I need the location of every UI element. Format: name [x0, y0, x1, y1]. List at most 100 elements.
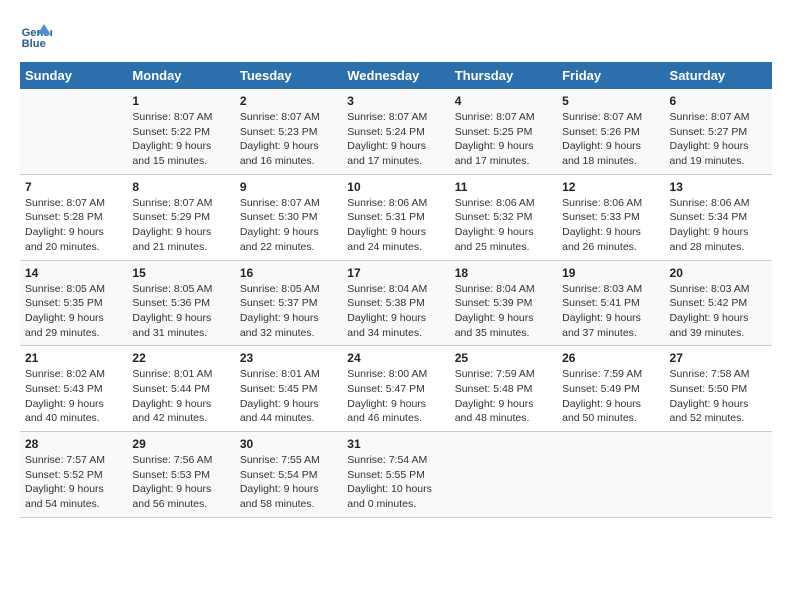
day-number: 25: [455, 351, 552, 365]
day-info: Sunrise: 8:00 AM Sunset: 5:47 PM Dayligh…: [347, 367, 444, 426]
calendar-cell: 13Sunrise: 8:06 AM Sunset: 5:34 PM Dayli…: [665, 174, 772, 260]
day-number: 3: [347, 94, 444, 108]
day-number: 22: [132, 351, 229, 365]
day-number: 6: [670, 94, 767, 108]
day-info: Sunrise: 8:07 AM Sunset: 5:27 PM Dayligh…: [670, 110, 767, 169]
day-number: 17: [347, 266, 444, 280]
day-number: 27: [670, 351, 767, 365]
day-info: Sunrise: 8:01 AM Sunset: 5:45 PM Dayligh…: [240, 367, 337, 426]
day-info: Sunrise: 8:06 AM Sunset: 5:33 PM Dayligh…: [562, 196, 659, 255]
logo: General Blue: [20, 20, 56, 52]
calendar-cell: 1 Sunrise: 8:07 AM Sunset: 5:22 PM Daylig…: [127, 89, 234, 174]
day-of-week-header: Friday: [557, 62, 664, 89]
calendar-cell: 29 Sunrise: 7:56 AM Sunset: 5:53 PM Dayli…: [127, 432, 234, 518]
calendar-cell: 4 Sunrise: 8:07 AM Sunset: 5:25 PM Daylig…: [450, 89, 557, 174]
day-info: Sunrise: 8:07 AM Sunset: 5:24 PM Dayligh…: [347, 110, 444, 169]
calendar-cell: 27 Sunrise: 7:58 AM Sunset: 5:50 PM Dayli…: [665, 346, 772, 432]
logo-icon: General Blue: [20, 20, 52, 52]
day-number: 14: [25, 266, 122, 280]
day-of-week-header: Tuesday: [235, 62, 342, 89]
calendar-cell: [20, 89, 127, 174]
calendar-cell: 14 Sunrise: 8:05 AM Sunset: 5:35 PM Dayli…: [20, 260, 127, 346]
calendar-cell: 19 Sunrise: 8:03 AM Sunset: 5:41 PM Dayli…: [557, 260, 664, 346]
day-of-week-header: Thursday: [450, 62, 557, 89]
day-of-week-header: Wednesday: [342, 62, 449, 89]
day-number: 7: [25, 180, 122, 194]
calendar-cell: 7 Sunrise: 8:07 AM Sunset: 5:28 PM Daylig…: [20, 174, 127, 260]
calendar-cell: [450, 432, 557, 518]
day-number: 16: [240, 266, 337, 280]
svg-text:Blue: Blue: [22, 38, 46, 50]
day-number: 23: [240, 351, 337, 365]
day-info: Sunrise: 8:07 AM Sunset: 5:22 PM Dayligh…: [132, 110, 229, 169]
day-number: 8: [132, 180, 229, 194]
day-of-week-header: Sunday: [20, 62, 127, 89]
calendar-cell: 20Sunrise: 8:03 AM Sunset: 5:42 PM Dayli…: [665, 260, 772, 346]
day-number: 24: [347, 351, 444, 365]
day-info: Sunrise: 7:59 AM Sunset: 5:49 PM Dayligh…: [562, 367, 659, 426]
calendar-cell: 6 Sunrise: 8:07 AM Sunset: 5:27 PM Daylig…: [665, 89, 772, 174]
calendar-cell: 12 Sunrise: 8:06 AM Sunset: 5:33 PM Dayli…: [557, 174, 664, 260]
calendar-cell: 5 Sunrise: 8:07 AM Sunset: 5:26 PM Daylig…: [557, 89, 664, 174]
day-number: 15: [132, 266, 229, 280]
day-number: 1: [132, 94, 229, 108]
day-info: Sunrise: 7:57 AM Sunset: 5:52 PM Dayligh…: [25, 453, 122, 512]
calendar-cell: 18 Sunrise: 8:04 AM Sunset: 5:39 PM Dayli…: [450, 260, 557, 346]
day-info: Sunrise: 8:06 AM Sunset: 5:31 PM Dayligh…: [347, 196, 444, 255]
calendar-cell: 2 Sunrise: 8:07 AM Sunset: 5:23 PM Daylig…: [235, 89, 342, 174]
day-info: Sunrise: 8:05 AM Sunset: 5:36 PM Dayligh…: [132, 282, 229, 341]
day-number: 19: [562, 266, 659, 280]
day-number: 5: [562, 94, 659, 108]
day-number: 21: [25, 351, 122, 365]
calendar-cell: 25 Sunrise: 7:59 AM Sunset: 5:48 PM Dayli…: [450, 346, 557, 432]
calendar-week-row: 28 Sunrise: 7:57 AM Sunset: 5:52 PM Dayli…: [20, 432, 772, 518]
day-number: 4: [455, 94, 552, 108]
calendar-cell: 16 Sunrise: 8:05 AM Sunset: 5:37 PM Dayli…: [235, 260, 342, 346]
day-info: Sunrise: 8:03 AM Sunset: 5:41 PM Dayligh…: [562, 282, 659, 341]
day-info: Sunrise: 8:05 AM Sunset: 5:37 PM Dayligh…: [240, 282, 337, 341]
page-header: General Blue: [20, 20, 772, 52]
day-number: 18: [455, 266, 552, 280]
day-info: Sunrise: 7:58 AM Sunset: 5:50 PM Dayligh…: [670, 367, 767, 426]
calendar-week-row: 21 Sunrise: 8:02 AM Sunset: 5:43 PM Dayli…: [20, 346, 772, 432]
calendar-cell: 30 Sunrise: 7:55 AM Sunset: 5:54 PM Dayli…: [235, 432, 342, 518]
calendar-cell: 24 Sunrise: 8:00 AM Sunset: 5:47 PM Dayli…: [342, 346, 449, 432]
day-number: 2: [240, 94, 337, 108]
day-number: 9: [240, 180, 337, 194]
day-info: Sunrise: 8:07 AM Sunset: 5:26 PM Dayligh…: [562, 110, 659, 169]
day-info: Sunrise: 8:02 AM Sunset: 5:43 PM Dayligh…: [25, 367, 122, 426]
calendar-table: SundayMondayTuesdayWednesdayThursdayFrid…: [20, 62, 772, 518]
day-number: 10: [347, 180, 444, 194]
calendar-cell: 28 Sunrise: 7:57 AM Sunset: 5:52 PM Dayli…: [20, 432, 127, 518]
day-info: Sunrise: 8:04 AM Sunset: 5:39 PM Dayligh…: [455, 282, 552, 341]
day-info: Sunrise: 8:07 AM Sunset: 5:28 PM Dayligh…: [25, 196, 122, 255]
day-info: Sunrise: 7:54 AM Sunset: 5:55 PM Dayligh…: [347, 453, 444, 512]
day-info: Sunrise: 8:05 AM Sunset: 5:35 PM Dayligh…: [25, 282, 122, 341]
calendar-cell: 10 Sunrise: 8:06 AM Sunset: 5:31 PM Dayli…: [342, 174, 449, 260]
day-number: 28: [25, 437, 122, 451]
day-info: Sunrise: 8:07 AM Sunset: 5:25 PM Dayligh…: [455, 110, 552, 169]
day-info: Sunrise: 7:55 AM Sunset: 5:54 PM Dayligh…: [240, 453, 337, 512]
day-info: Sunrise: 8:04 AM Sunset: 5:38 PM Dayligh…: [347, 282, 444, 341]
calendar-cell: 23 Sunrise: 8:01 AM Sunset: 5:45 PM Dayli…: [235, 346, 342, 432]
calendar-week-row: 14 Sunrise: 8:05 AM Sunset: 5:35 PM Dayli…: [20, 260, 772, 346]
calendar-cell: 15 Sunrise: 8:05 AM Sunset: 5:36 PM Dayli…: [127, 260, 234, 346]
calendar-cell: 11Sunrise: 8:06 AM Sunset: 5:32 PM Dayli…: [450, 174, 557, 260]
day-number: 13: [670, 180, 767, 194]
calendar-cell: [665, 432, 772, 518]
calendar-cell: 21 Sunrise: 8:02 AM Sunset: 5:43 PM Dayli…: [20, 346, 127, 432]
day-info: Sunrise: 7:56 AM Sunset: 5:53 PM Dayligh…: [132, 453, 229, 512]
day-info: Sunrise: 8:07 AM Sunset: 5:29 PM Dayligh…: [132, 196, 229, 255]
day-info: Sunrise: 8:07 AM Sunset: 5:30 PM Dayligh…: [240, 196, 337, 255]
calendar-header-row: SundayMondayTuesdayWednesdayThursdayFrid…: [20, 62, 772, 89]
calendar-cell: 3 Sunrise: 8:07 AM Sunset: 5:24 PM Daylig…: [342, 89, 449, 174]
day-number: 29: [132, 437, 229, 451]
day-info: Sunrise: 8:07 AM Sunset: 5:23 PM Dayligh…: [240, 110, 337, 169]
day-number: 12: [562, 180, 659, 194]
calendar-cell: 17 Sunrise: 8:04 AM Sunset: 5:38 PM Dayli…: [342, 260, 449, 346]
calendar-cell: 9 Sunrise: 8:07 AM Sunset: 5:30 PM Daylig…: [235, 174, 342, 260]
day-of-week-header: Saturday: [665, 62, 772, 89]
calendar-cell: [557, 432, 664, 518]
day-number: 30: [240, 437, 337, 451]
day-info: Sunrise: 7:59 AM Sunset: 5:48 PM Dayligh…: [455, 367, 552, 426]
